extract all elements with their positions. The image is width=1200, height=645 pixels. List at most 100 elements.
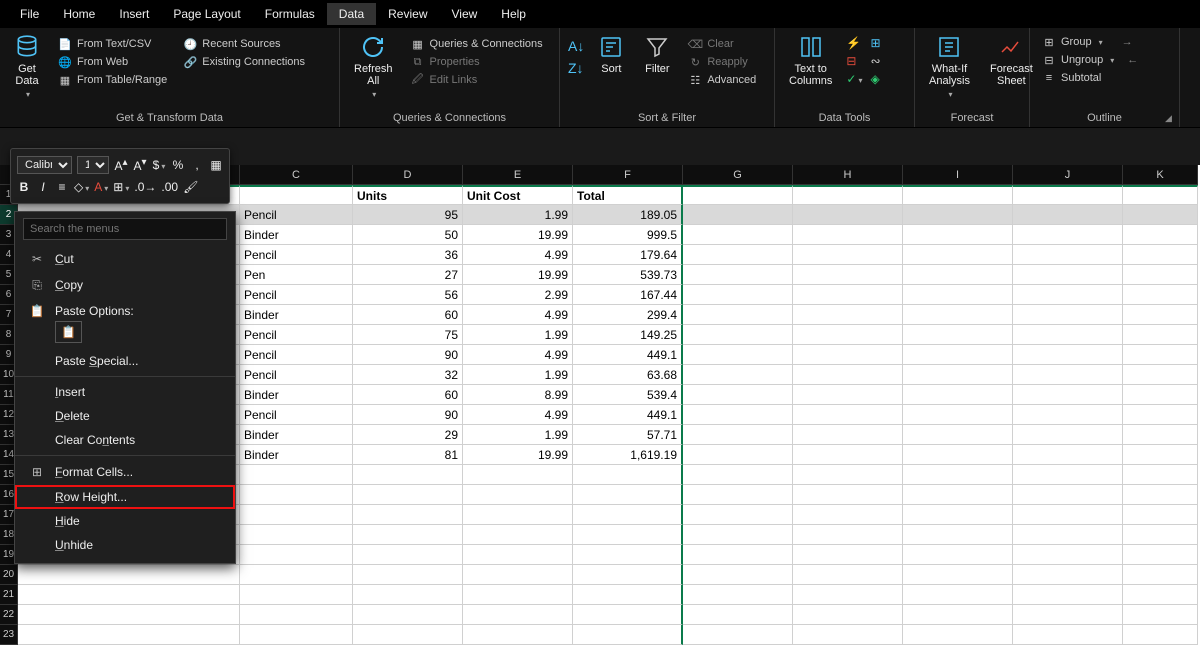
cell[interactable] [463, 625, 573, 645]
cell[interactable] [1013, 265, 1123, 285]
from-text-csv-button[interactable]: 📄From Text/CSV [54, 36, 171, 52]
cell[interactable] [793, 425, 903, 445]
cell[interactable] [1123, 205, 1198, 225]
cell[interactable]: Binder [240, 305, 353, 325]
cell[interactable] [683, 425, 793, 445]
sort-asc-icon[interactable]: A↓ [568, 38, 584, 54]
cell[interactable] [1013, 325, 1123, 345]
cell[interactable] [903, 225, 1013, 245]
cell[interactable] [793, 525, 903, 545]
cell[interactable] [683, 445, 793, 465]
cell[interactable]: 29 [353, 425, 463, 445]
row-header-22[interactable]: 22 [0, 605, 18, 625]
cell[interactable] [793, 465, 903, 485]
cell[interactable] [793, 245, 903, 265]
cell[interactable] [683, 625, 793, 645]
cell[interactable] [1013, 545, 1123, 565]
cell[interactable]: 449.1 [573, 405, 683, 425]
cell[interactable] [1123, 185, 1198, 205]
cell[interactable] [683, 305, 793, 325]
cell[interactable] [683, 405, 793, 425]
cell[interactable] [683, 605, 793, 625]
cell[interactable] [1013, 245, 1123, 265]
cell[interactable] [1123, 245, 1198, 265]
cell[interactable] [903, 465, 1013, 485]
cell[interactable]: 1,619.19 [573, 445, 683, 465]
sort-button[interactable]: Sort [592, 32, 630, 123]
cell[interactable] [683, 525, 793, 545]
cell[interactable] [1123, 445, 1198, 465]
cell[interactable] [1013, 185, 1123, 205]
cell[interactable] [903, 405, 1013, 425]
reapply-button[interactable]: ↻Reapply [684, 54, 760, 70]
cell[interactable] [903, 445, 1013, 465]
cell[interactable] [683, 225, 793, 245]
get-data-button[interactable]: Get Data▾ [8, 32, 46, 123]
cell[interactable]: Pencil [240, 245, 353, 265]
cell[interactable]: 60 [353, 385, 463, 405]
cell[interactable] [1013, 205, 1123, 225]
cell[interactable] [573, 485, 683, 505]
sort-desc-icon[interactable]: Z↓ [568, 60, 584, 76]
cell[interactable] [463, 605, 573, 625]
cell[interactable]: Pencil [240, 205, 353, 225]
manage-model-icon[interactable]: ◈ [870, 72, 880, 86]
cell[interactable] [1123, 485, 1198, 505]
cell[interactable]: 63.68 [573, 365, 683, 385]
cell[interactable] [793, 405, 903, 425]
remove-dup-icon[interactable]: ⊟ [846, 54, 862, 68]
cell[interactable] [463, 465, 573, 485]
refresh-all-button[interactable]: Refresh All▾ [348, 32, 399, 123]
cell[interactable] [903, 205, 1013, 225]
cell[interactable]: 36 [353, 245, 463, 265]
accounting-format-icon[interactable]: $▾ [152, 158, 166, 172]
decrease-decimal-icon[interactable]: .00 [161, 180, 178, 194]
cell[interactable] [1013, 445, 1123, 465]
cell[interactable]: 90 [353, 405, 463, 425]
recent-sources-button[interactable]: 🕘Recent Sources [179, 36, 309, 52]
existing-connections-button[interactable]: 🔗Existing Connections [179, 54, 309, 70]
data-validation-icon[interactable]: ✓▾ [846, 72, 862, 86]
format-painter-icon[interactable]: 🖌 [183, 180, 198, 194]
cell[interactable]: Pencil [240, 365, 353, 385]
cell[interactable] [1123, 345, 1198, 365]
cell[interactable]: 539.73 [573, 265, 683, 285]
cell[interactable] [903, 485, 1013, 505]
cell[interactable] [1123, 265, 1198, 285]
cell[interactable] [240, 545, 353, 565]
cell[interactable]: 149.25 [573, 325, 683, 345]
cell[interactable] [793, 205, 903, 225]
col-header-G[interactable]: G [683, 165, 793, 185]
cell[interactable]: 75 [353, 325, 463, 345]
hide-menuitem[interactable]: Hide [15, 509, 235, 533]
menu-file[interactable]: File [8, 3, 51, 25]
cell[interactable] [683, 505, 793, 525]
col-header-E[interactable]: E [463, 165, 573, 185]
dialog-launcher-icon[interactable]: ◢ [1165, 113, 1175, 123]
cell[interactable] [573, 625, 683, 645]
cell[interactable] [1123, 305, 1198, 325]
cell[interactable] [793, 565, 903, 585]
format-cells-menuitem[interactable]: ⊞Format Cells... [15, 459, 235, 485]
cell[interactable]: 32 [353, 365, 463, 385]
cell[interactable]: 8.99 [463, 385, 573, 405]
cell[interactable] [903, 585, 1013, 605]
cell[interactable] [793, 385, 903, 405]
cell[interactable] [1123, 385, 1198, 405]
cell[interactable] [793, 585, 903, 605]
filter-button[interactable]: Filter [638, 32, 676, 123]
cell[interactable] [903, 345, 1013, 365]
font-size-select[interactable]: 11 [77, 156, 109, 174]
decrease-font-icon[interactable]: A▾ [133, 157, 147, 173]
cell[interactable] [463, 545, 573, 565]
whatif-button[interactable]: What-If Analysis▾ [923, 32, 976, 123]
cell[interactable] [1123, 425, 1198, 445]
cell[interactable] [793, 345, 903, 365]
cell[interactable] [793, 605, 903, 625]
cell[interactable] [353, 585, 463, 605]
relationships-icon[interactable]: ∾ [870, 54, 880, 68]
cell[interactable] [903, 545, 1013, 565]
cell[interactable] [353, 525, 463, 545]
insert-menuitem[interactable]: Insert [15, 380, 235, 404]
cell[interactable] [1013, 565, 1123, 585]
